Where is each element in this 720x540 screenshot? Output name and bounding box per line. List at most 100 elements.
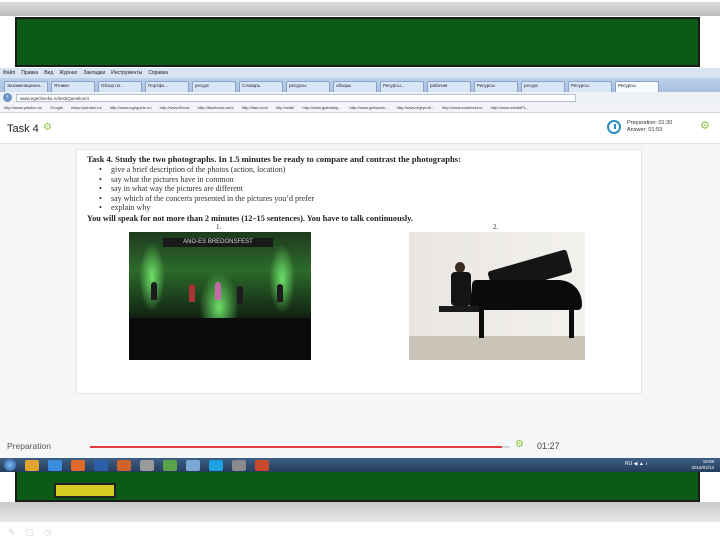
start-button-icon[interactable] xyxy=(4,459,16,471)
settings-gear-icon[interactable]: ⚙ xyxy=(700,119,710,132)
timer-info: Preparation: 01:30 Answer: 01:53 xyxy=(627,120,672,134)
menu-edit[interactable]: Правка xyxy=(21,70,38,76)
bookmark-item[interactable]: https://yandex.ru/ xyxy=(71,105,102,110)
stage-banner: ANO-ES BREDONSFEST xyxy=(163,238,273,247)
slide-green-top-panel xyxy=(15,17,700,67)
task-header: Task 4 ⚙ Preparation: 01:30 Answer: 01:5… xyxy=(0,113,720,144)
bookmarks-bar: http://www.yandex.ru/ Google https://yan… xyxy=(0,103,720,113)
stage-floor xyxy=(409,336,585,360)
musician-figure xyxy=(151,282,157,300)
menu-file[interactable]: Файл xyxy=(3,70,15,76)
grand-piano xyxy=(469,280,585,310)
browser-tab[interactable]: Экзаменационн... xyxy=(4,81,48,92)
task-footer: Preparation ⚙ 01:27 xyxy=(0,436,720,458)
clock-date: 2015/02/13 xyxy=(691,464,714,470)
powerpoint-icon[interactable] xyxy=(255,459,269,471)
preparation-time-label: Preparation: 01:30 xyxy=(627,120,673,126)
browser-tab-bar: Экзаменационн... Ятники Обзор по... Порт… xyxy=(0,78,720,92)
preparation-label: Preparation xyxy=(7,441,51,451)
bullet-item: say what the pictures have in common xyxy=(99,175,314,185)
task-sheet: Task 4. Study the two photographs. In 1.… xyxy=(76,149,642,394)
url-field[interactable]: www.egechecks.ru/test/Question/4 xyxy=(16,93,576,102)
musician-figure xyxy=(215,282,221,300)
bullet-item: say which of the concerts presented in t… xyxy=(99,194,314,204)
folder-icon[interactable] xyxy=(25,459,39,471)
menu-bookmarks[interactable]: Закладки xyxy=(83,70,105,76)
countdown-time: 01:27 xyxy=(537,441,560,451)
ie-icon[interactable] xyxy=(48,459,62,471)
speaking-instruction: You will speak for not more than 2 minut… xyxy=(87,214,413,223)
browser-tab[interactable]: Ресурсы xyxy=(474,81,518,92)
app-icon[interactable] xyxy=(140,459,154,471)
browser-tab-active[interactable]: Ресурсы xyxy=(615,81,659,92)
browser-tab[interactable]: Словарь xyxy=(239,81,283,92)
musician-figure xyxy=(237,286,243,304)
bookmark-item[interactable]: http://facebook.com/ xyxy=(198,105,234,110)
stage-light xyxy=(139,242,165,312)
firefox-icon[interactable] xyxy=(117,459,131,471)
browser-tab[interactable]: ресурсы xyxy=(286,81,330,92)
photo-band-concert: ANO-ES BREDONSFEST xyxy=(129,232,311,360)
slideshow-controls-icons[interactable]: ✎▢◷ xyxy=(8,527,62,538)
slide-green-bottom-panel xyxy=(15,472,700,502)
bookmark-item[interactable]: http://www.egeprofi... xyxy=(397,105,434,110)
yellow-button[interactable] xyxy=(54,483,116,498)
browser-tab[interactable]: Ресурсы xyxy=(568,81,612,92)
app-icon[interactable] xyxy=(232,459,246,471)
task-instructions-title: Task 4. Study the two photographs. In 1.… xyxy=(87,154,461,164)
task-content: Task 4. Study the two photographs. In 1.… xyxy=(0,144,720,436)
back-icon[interactable]: ‹ xyxy=(3,93,12,102)
browser-menu-bar: Файл Правка Вид Журнал Закладки Инструме… xyxy=(0,68,720,78)
photo-2-number: 2. xyxy=(493,223,499,231)
bookmark-item[interactable]: http://mail/ xyxy=(276,105,294,110)
bookmark-item[interactable]: http://fast.com/ xyxy=(242,105,268,110)
document-icon[interactable] xyxy=(186,459,200,471)
bullet-item: say in what way the pictures are differe… xyxy=(99,184,314,194)
windows-taskbar: RU ◀ ▲ ♪ 19:09 2015/02/13 xyxy=(0,458,720,472)
bookmark-item[interactable]: http://www.examtest.ru xyxy=(442,105,482,110)
media-icon[interactable] xyxy=(71,459,85,471)
bookmark-item[interactable]: http://www.flioca/ xyxy=(160,105,190,110)
browser-tab[interactable]: Портфо... xyxy=(145,81,189,92)
browser-tab[interactable]: обзоры xyxy=(333,81,377,92)
browser-tab[interactable]: рабочая xyxy=(427,81,471,92)
menu-history[interactable]: Журнал xyxy=(59,70,77,76)
photo-1-number: 1. xyxy=(216,223,222,231)
menu-view[interactable]: Вид xyxy=(44,70,53,76)
musician-figure xyxy=(189,284,195,302)
slide-bottom-frame xyxy=(0,522,720,540)
skype-icon[interactable] xyxy=(209,459,223,471)
bookmark-item[interactable]: http://www.egeguide.ru/ xyxy=(110,105,152,110)
browser-tab[interactable]: ресурс xyxy=(192,81,236,92)
bookmark-item[interactable]: http://www.mediaPL... xyxy=(491,105,530,110)
progress-fill xyxy=(90,446,502,448)
bookmark-item[interactable]: Google xyxy=(50,105,63,110)
taskbar-clock[interactable]: 19:09 2015/02/13 xyxy=(691,459,714,470)
browser-tab[interactable]: Обзор по... xyxy=(98,81,142,92)
task-title: Task 4 xyxy=(7,123,39,135)
audience-silhouette xyxy=(129,318,311,360)
word-icon[interactable] xyxy=(94,459,108,471)
browser-tab[interactable]: ресурс xyxy=(521,81,565,92)
browser-tab[interactable]: Ятники xyxy=(51,81,95,92)
gear-icon: ⚙ xyxy=(515,439,524,450)
menu-tools[interactable]: Инструменты xyxy=(111,70,142,76)
piano-leg xyxy=(479,308,484,338)
piano-leg xyxy=(569,308,574,338)
browser-tab[interactable]: Ресурсы... xyxy=(380,81,424,92)
system-tray-icons[interactable]: RU ◀ ▲ ♪ xyxy=(625,461,648,467)
bookmark-item[interactable]: http://www.yandex.ru/ xyxy=(4,105,42,110)
pianist-body xyxy=(451,272,471,306)
slide-top-gray-band xyxy=(0,2,720,16)
excel-icon[interactable] xyxy=(163,459,177,471)
bookmark-item[interactable]: http://www.globaltop... xyxy=(302,105,341,110)
screenshot-area: Файл Правка Вид Журнал Закладки Инструме… xyxy=(0,68,720,472)
bookmark-item[interactable]: http://www.gethwork... xyxy=(350,105,389,110)
slide-bottom-gray-band xyxy=(0,502,720,522)
bullet-item: explain why xyxy=(99,203,314,213)
bullet-item: give a brief description of the photos (… xyxy=(99,165,314,175)
musician-figure xyxy=(277,284,283,302)
preparation-progress-bar xyxy=(90,446,510,448)
stage-light xyxy=(269,244,295,314)
menu-help[interactable]: Справка xyxy=(148,70,168,76)
